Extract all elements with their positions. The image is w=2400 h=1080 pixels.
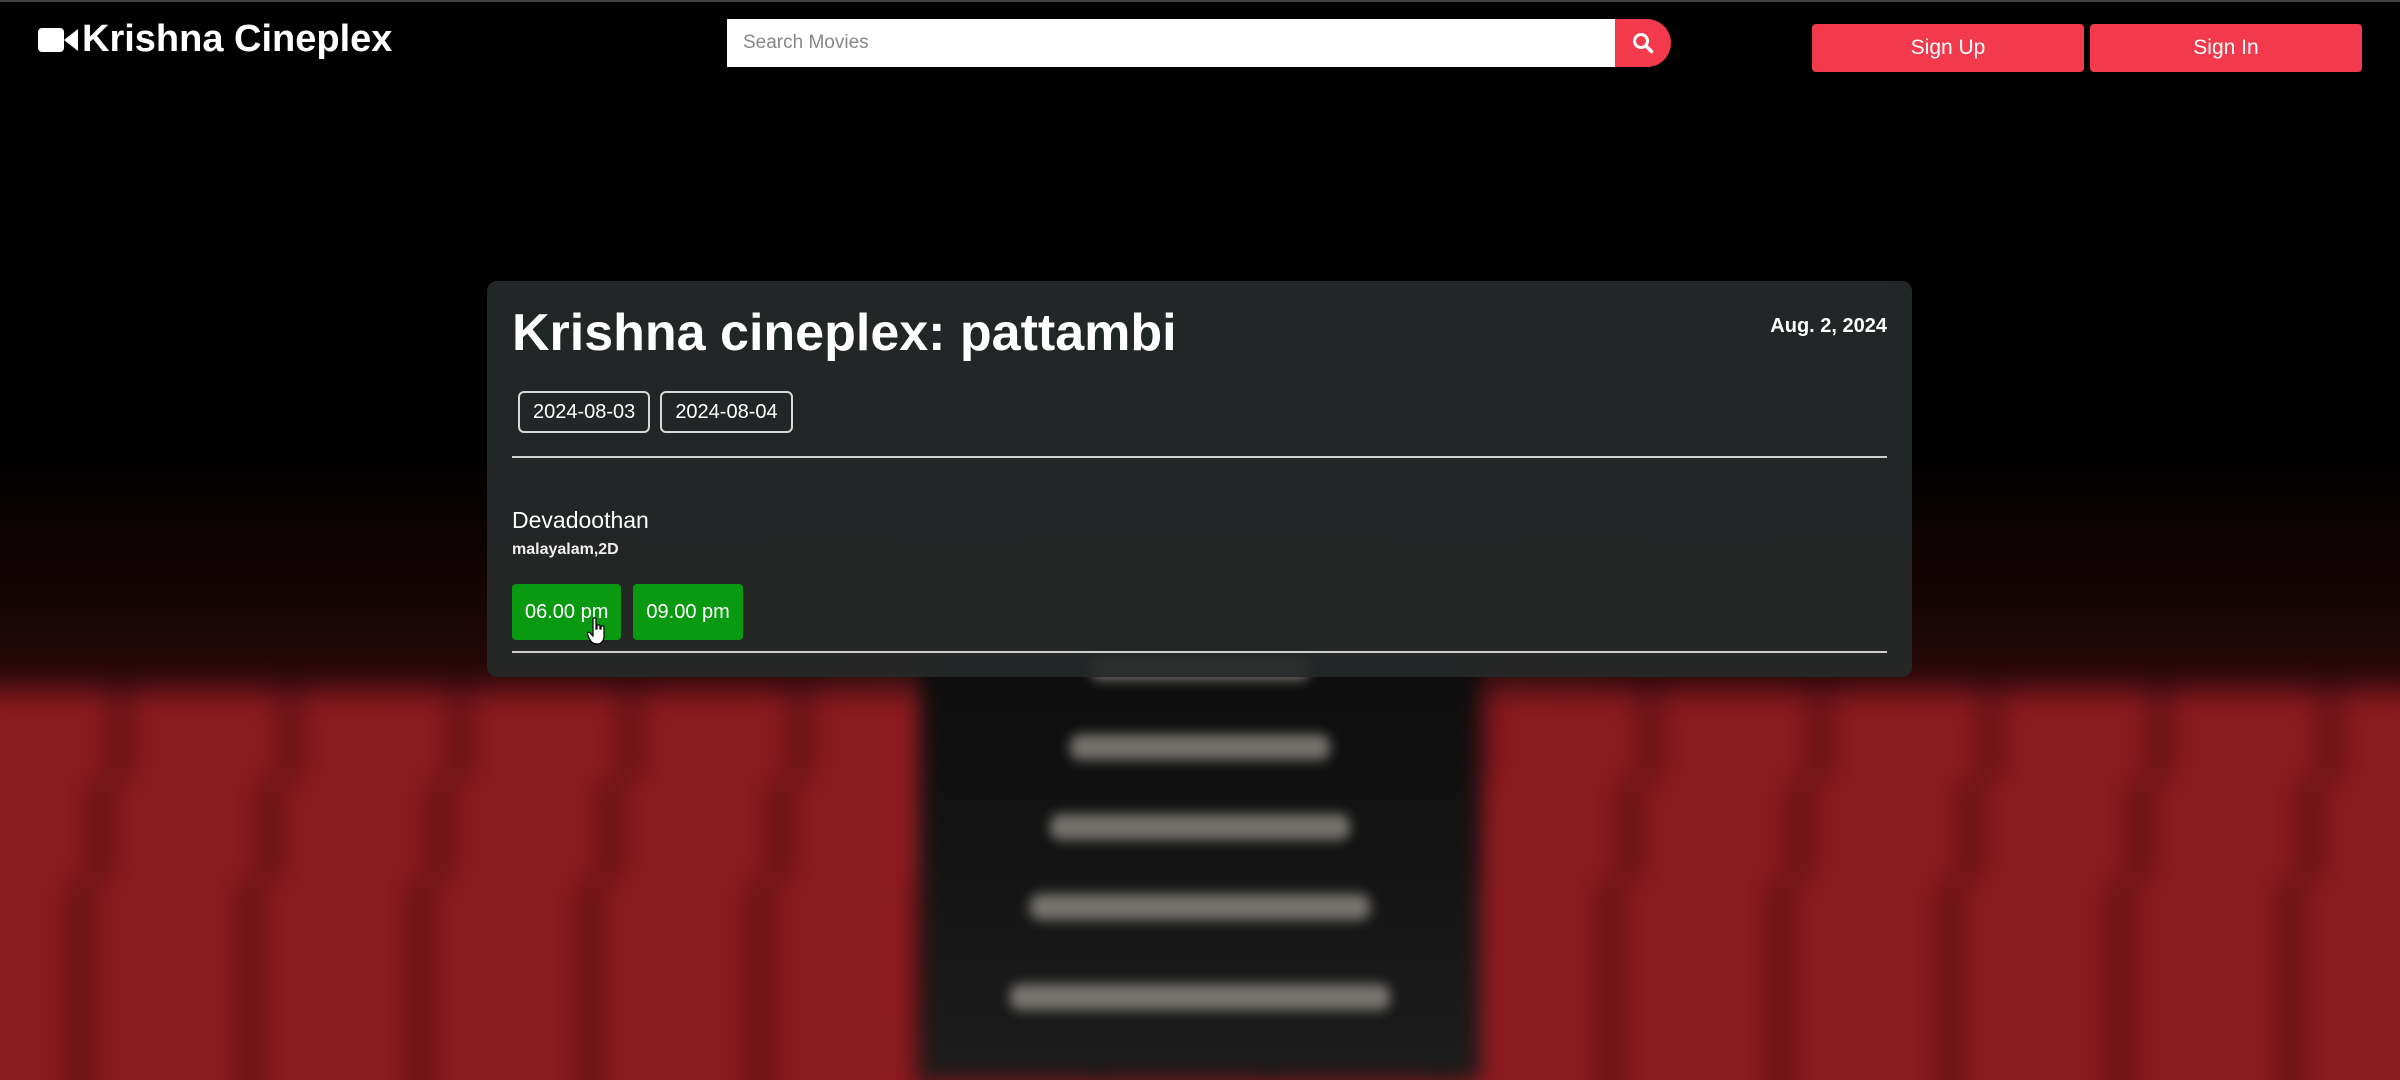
divider [512,456,1887,458]
current-date: Aug. 2, 2024 [1770,315,1887,337]
theater-showtimes-card: Krishna cineplex: pattambi Aug. 2, 2024 … [487,281,1912,677]
date-option[interactable]: 2024-08-04 [660,391,793,433]
search-bar [727,19,1671,67]
search-input[interactable] [727,19,1615,67]
top-navbar: Krishna Cineplex Sign Up Sign In [0,0,2400,80]
auth-buttons: Sign Up Sign In [1812,24,2362,72]
sign-in-button[interactable]: Sign In [2090,24,2362,72]
video-camera-icon [38,27,78,52]
brand-logo[interactable]: Krishna Cineplex [38,18,392,61]
divider [512,651,1887,653]
showtime-button[interactable]: 09.00 pm [633,584,743,640]
search-icon [1633,33,1654,54]
date-selector: 2024-08-03 2024-08-04 [518,391,793,433]
movie-title: Devadoothan [512,507,649,533]
aisle-step [1010,984,1390,1010]
aisle-step [1070,734,1330,760]
date-option[interactable]: 2024-08-03 [518,391,651,433]
theater-title: Krishna cineplex: pattambi [512,304,1177,362]
sign-up-button[interactable]: Sign Up [1812,24,2084,72]
brand-name: Krishna Cineplex [82,18,393,60]
search-button[interactable] [1615,19,1671,67]
theater-aisle [920,640,1480,1080]
aisle-step [1050,814,1350,840]
aisle-step [1030,894,1370,920]
showtime-list: 06.00 pm 09.00 pm [512,584,743,640]
movie-language-format: malayalam,2D [512,541,619,558]
page: Krishna Cineplex Sign Up Sign In Krishna… [0,0,2400,1080]
showtime-button[interactable]: 06.00 pm [512,584,622,640]
